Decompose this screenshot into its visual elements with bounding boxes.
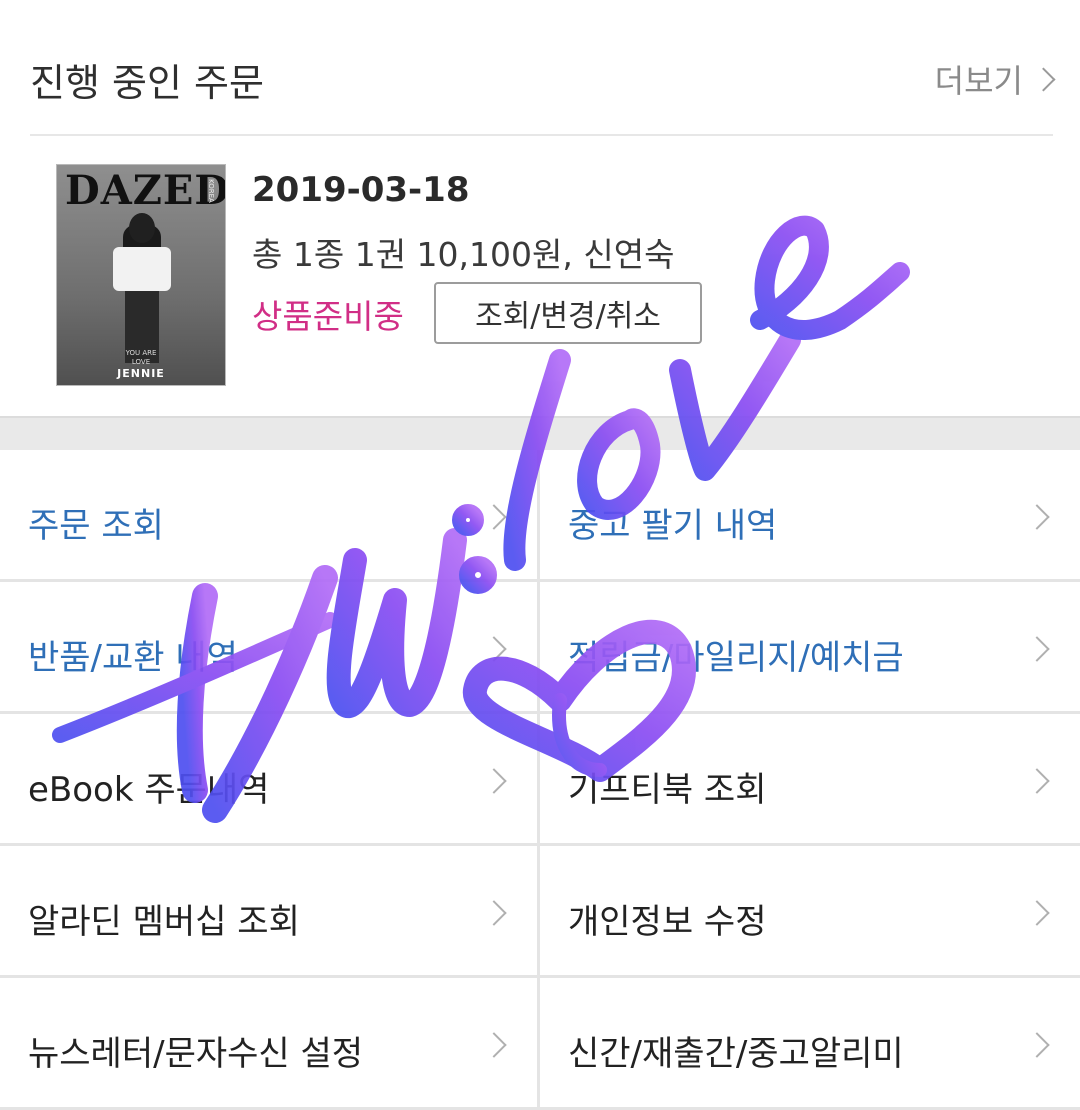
menu-item-used-sales[interactable]: 중고 팔기 내역 (540, 450, 1080, 582)
product-cover-image[interactable]: DAZED KOREA YOU ARE LOVE JENNIE (56, 164, 226, 386)
section-title: 진행 중인 주문 (30, 61, 264, 105)
menu-item-label: 개인정보 수정 (568, 902, 767, 942)
divider (30, 134, 1053, 136)
section-gap (0, 416, 1080, 450)
cover-brand: DAZED (65, 167, 226, 214)
menu-item-ebook-orders[interactable]: eBook 주문내역 (0, 714, 540, 846)
menu-item-newsletter[interactable]: 뉴스레터/문자수신 설정 (0, 978, 540, 1110)
chevron-right-icon (481, 1032, 507, 1058)
cover-caption-line1: YOU ARE (125, 349, 157, 357)
more-label: 더보기 (934, 62, 1023, 100)
menu-item-label: 적립금/마일리지/예치금 (568, 638, 904, 678)
menu-item-label: 반품/교환 내역 (28, 638, 238, 678)
menu-item-order-lookup[interactable]: 주문 조회 (0, 450, 540, 582)
more-link[interactable]: 더보기 (934, 56, 1056, 102)
menu-item-label: 알라딘 멤버십 조회 (28, 902, 300, 942)
menu-item-label: eBook 주문내역 (28, 770, 270, 810)
menu-item-giftbook[interactable]: 기프티북 조회 (540, 714, 1080, 846)
chevron-right-icon (1024, 900, 1050, 926)
cover-caption-line2: LOVE (131, 358, 151, 366)
chevron-right-icon (1024, 504, 1050, 530)
menu-item-label: 중고 팔기 내역 (568, 506, 778, 546)
chevron-right-icon (481, 900, 507, 926)
chevron-right-icon (481, 636, 507, 662)
menu-item-returns[interactable]: 반품/교환 내역 (0, 582, 540, 714)
order-summary: 총 1종 1권 10,100원, 신연숙 (252, 235, 675, 274)
chevron-right-icon (1024, 1032, 1050, 1058)
order-date: 2019-03-18 (252, 170, 470, 210)
menu-item-label: 뉴스레터/문자수신 설정 (28, 1034, 364, 1074)
chevron-right-icon (481, 504, 507, 530)
menu-grid: 주문 조회 중고 팔기 내역 반품/교환 내역 적립금/마일리지/예치금 eBo… (0, 450, 1080, 1110)
menu-item-profile-edit[interactable]: 개인정보 수정 (540, 846, 1080, 978)
order-status: 상품준비중 (252, 297, 404, 336)
menu-item-points[interactable]: 적립금/마일리지/예치금 (540, 582, 1080, 714)
cover-subbrand: KOREA (207, 179, 215, 203)
ongoing-orders-card: 진행 중인 주문 더보기 DAZED KOREA YOU ARE LOVE JE… (0, 0, 1080, 404)
chevron-right-icon (481, 768, 507, 794)
order-action-button[interactable]: 조회/변경/취소 (434, 282, 702, 344)
cover-name: JENNIE (117, 367, 165, 380)
menu-item-release-alerts[interactable]: 신간/재출간/중고알리미 (540, 978, 1080, 1110)
chevron-right-icon (1024, 636, 1050, 662)
cover-figure (111, 213, 173, 363)
chevron-right-icon (1024, 768, 1050, 794)
menu-item-membership[interactable]: 알라딘 멤버십 조회 (0, 846, 540, 978)
menu-item-label: 주문 조회 (28, 506, 164, 546)
menu-item-label: 신간/재출간/중고알리미 (568, 1034, 904, 1074)
menu-item-label: 기프티북 조회 (568, 770, 767, 810)
chevron-right-icon (1031, 66, 1056, 92)
